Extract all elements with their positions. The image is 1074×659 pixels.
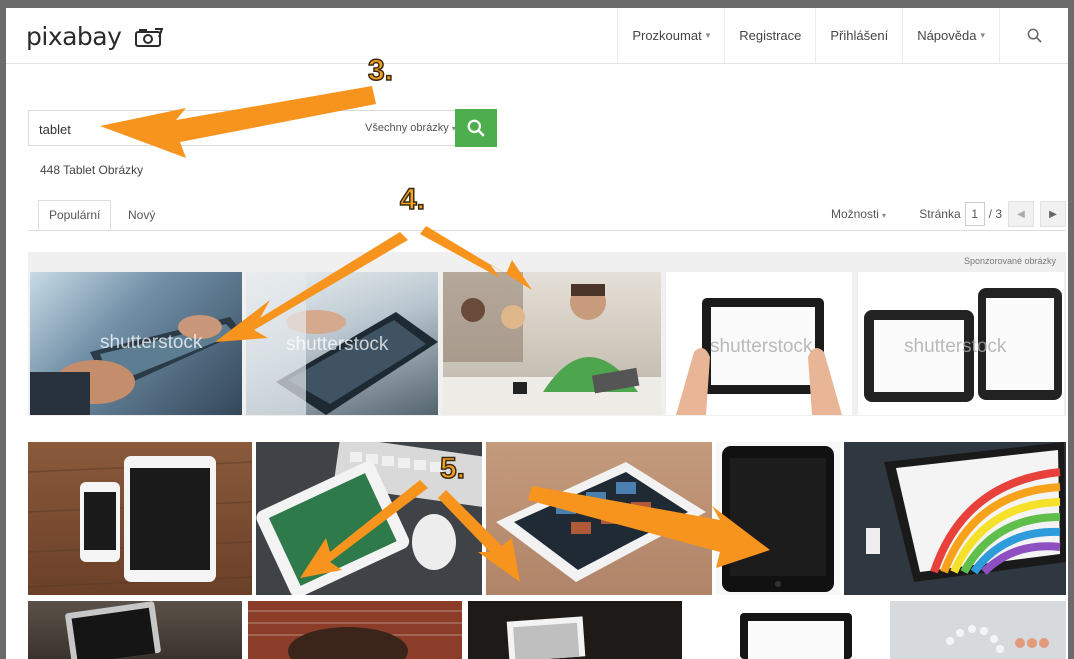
annotation-step-4: 4. (399, 182, 426, 217)
arrow-step-4-left (215, 232, 408, 342)
annotation-arrows (100, 86, 770, 582)
annotation-step-3: 3. (367, 53, 394, 88)
arrow-step-5-left (300, 480, 428, 578)
annotation-step-5: 5. (439, 451, 466, 486)
arrow-step-3 (100, 86, 376, 158)
arrow-step-4-right (420, 226, 532, 290)
arrow-step-5-middle (438, 490, 520, 582)
arrow-step-5-right (528, 486, 770, 568)
